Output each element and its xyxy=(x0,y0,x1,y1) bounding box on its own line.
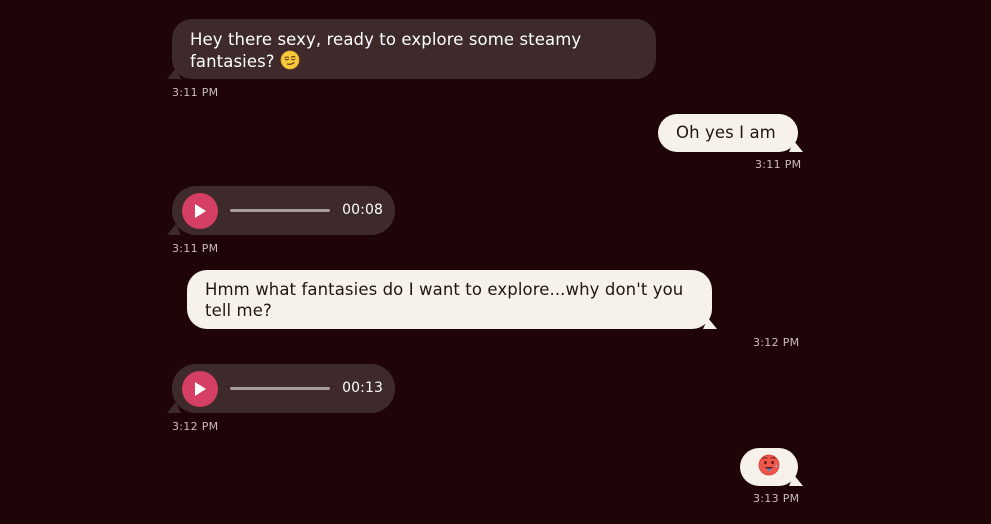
message-timestamp: 3:11 PM xyxy=(755,158,802,171)
voice-duration: 00:13 xyxy=(342,380,383,396)
bubble-tail xyxy=(703,318,717,329)
hot-face-emoji-icon xyxy=(758,454,780,481)
message-text: Hmm what fantasies do I want to explore.… xyxy=(205,280,684,320)
bubble-tail xyxy=(167,224,181,235)
message-timestamp: 3:11 PM xyxy=(172,242,219,255)
play-button[interactable] xyxy=(182,370,218,407)
incoming-message-bubble: Hey there sexy, ready to explore some st… xyxy=(167,19,656,79)
incoming-voice-message: 00:13 xyxy=(167,364,395,413)
bubble-tail xyxy=(789,475,803,486)
outgoing-message-bubble xyxy=(740,448,803,486)
message-timestamp: 3:12 PM xyxy=(753,336,800,349)
smirking-face-emoji-icon xyxy=(280,50,300,75)
message-timestamp: 3:13 PM xyxy=(753,492,800,505)
bubble-tail xyxy=(167,402,181,413)
play-icon xyxy=(195,203,206,218)
outgoing-message-bubble: Hmm what fantasies do I want to explore.… xyxy=(187,270,717,329)
bubble-tail xyxy=(789,141,803,152)
play-icon xyxy=(195,381,206,396)
audio-progress-track[interactable] xyxy=(230,209,331,212)
outgoing-message-bubble: Oh yes I am xyxy=(658,114,803,152)
message-timestamp: 3:11 PM xyxy=(172,86,219,99)
incoming-voice-message: 00:08 xyxy=(167,186,395,235)
bubble-tail xyxy=(167,68,181,79)
message-timestamp: 3:12 PM xyxy=(172,420,219,433)
voice-duration: 00:08 xyxy=(342,202,383,218)
audio-progress-track[interactable] xyxy=(230,387,331,390)
play-button[interactable] xyxy=(182,192,218,229)
message-text: Oh yes I am xyxy=(676,123,776,142)
message-text: Hey there sexy, ready to explore some st… xyxy=(190,29,638,75)
